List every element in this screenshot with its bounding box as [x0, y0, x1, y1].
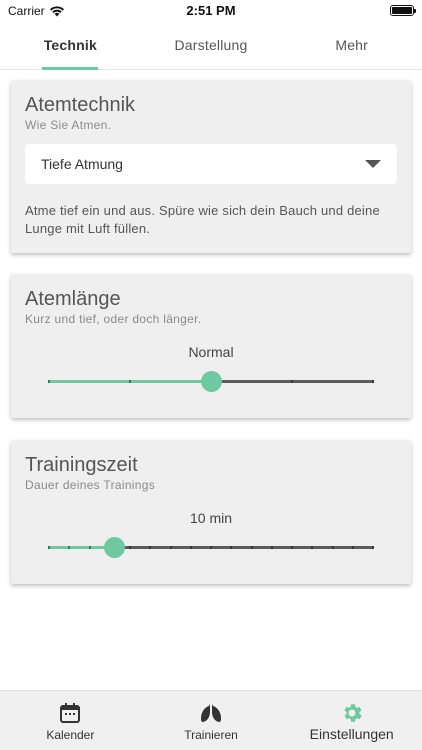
lungs-icon	[201, 704, 221, 722]
slider-tick	[210, 546, 212, 549]
nav-label: Einstellungen	[309, 726, 394, 742]
slider-tick	[149, 546, 152, 549]
card-title: Trainingszeit	[25, 454, 138, 476]
calendar-icon	[60, 703, 81, 723]
slider-tick	[169, 546, 172, 549]
tab-label: Mehr	[335, 37, 369, 53]
slider-tick	[129, 380, 131, 383]
slider-thumb[interactable]	[201, 371, 222, 392]
tab-label: Darstellung	[174, 37, 248, 53]
card-title: Atemlänge	[25, 288, 121, 310]
tab-label: Technik	[43, 37, 97, 53]
slider-tick	[250, 546, 253, 549]
slider-value-label: 10 min	[189, 510, 233, 526]
slider-tick	[270, 546, 273, 549]
card-title: Atemtechnik	[25, 94, 136, 116]
nav-item-trainieren[interactable]: Trainieren	[141, 691, 282, 750]
slider-tick	[230, 546, 233, 549]
slider-tick	[372, 380, 374, 383]
card-subtitle: Dauer deines Trainings	[25, 478, 156, 492]
card-subtitle: Wie Sie Atmen.	[25, 118, 112, 132]
trainingszeit-card: Trainingszeit Dauer deines Trainings 10 …	[11, 440, 411, 584]
nav-item-einstellungen[interactable]: Einstellungen	[281, 691, 422, 750]
dropdown-selected-value: Tiefe Atmung	[41, 156, 123, 172]
slider-thumb[interactable]	[103, 537, 125, 558]
battery-icon	[390, 5, 416, 16]
slider-tick	[311, 546, 314, 549]
slider-tick	[88, 546, 91, 549]
slider-value-label: Normal	[188, 344, 234, 360]
atemtechnik-card: Atemtechnik Wie Sie Atmen. Tiefe Atmung …	[11, 80, 411, 253]
gear-icon	[344, 704, 362, 722]
settings-tabs: Technik Darstellung Mehr	[0, 22, 422, 70]
slider-tick	[351, 546, 354, 549]
slider-tick	[291, 380, 293, 383]
bottom-navigation: Kalender Trainieren Einstellungen	[0, 690, 422, 750]
breathing-technique-dropdown[interactable]: Tiefe Atmung	[25, 144, 397, 184]
card-subtitle: Kurz und tief, oder doch länger.	[25, 312, 202, 326]
tab-mehr[interactable]: Mehr	[281, 22, 422, 69]
slider-tick	[291, 546, 293, 549]
slider-tick	[372, 546, 374, 549]
tab-active-indicator	[42, 67, 99, 70]
tab-technik[interactable]: Technik	[0, 22, 141, 70]
tab-darstellung[interactable]: Darstellung	[141, 22, 282, 69]
caret-down-icon	[365, 160, 381, 168]
slider-tick	[68, 546, 71, 549]
slider-tick	[189, 546, 192, 549]
slider-tick	[48, 380, 50, 383]
nav-item-kalender[interactable]: Kalender	[0, 691, 141, 750]
technique-description: Atme tief ein und aus. Spüre wie sich de…	[25, 203, 380, 236]
status-bar: Carrier 2:51 PM	[0, 0, 422, 22]
status-time: 2:51 PM	[186, 3, 236, 18]
nav-label: Kalender	[46, 728, 95, 742]
breath-length-slider[interactable]	[48, 366, 374, 396]
slider-tick	[331, 546, 334, 549]
training-duration-slider[interactable]	[48, 532, 374, 562]
nav-label: Trainieren	[184, 728, 238, 742]
slider-tick	[48, 546, 50, 549]
slider-tick	[129, 546, 131, 549]
atemlaenge-card: Atemlänge Kurz und tief, oder doch länge…	[11, 274, 411, 418]
